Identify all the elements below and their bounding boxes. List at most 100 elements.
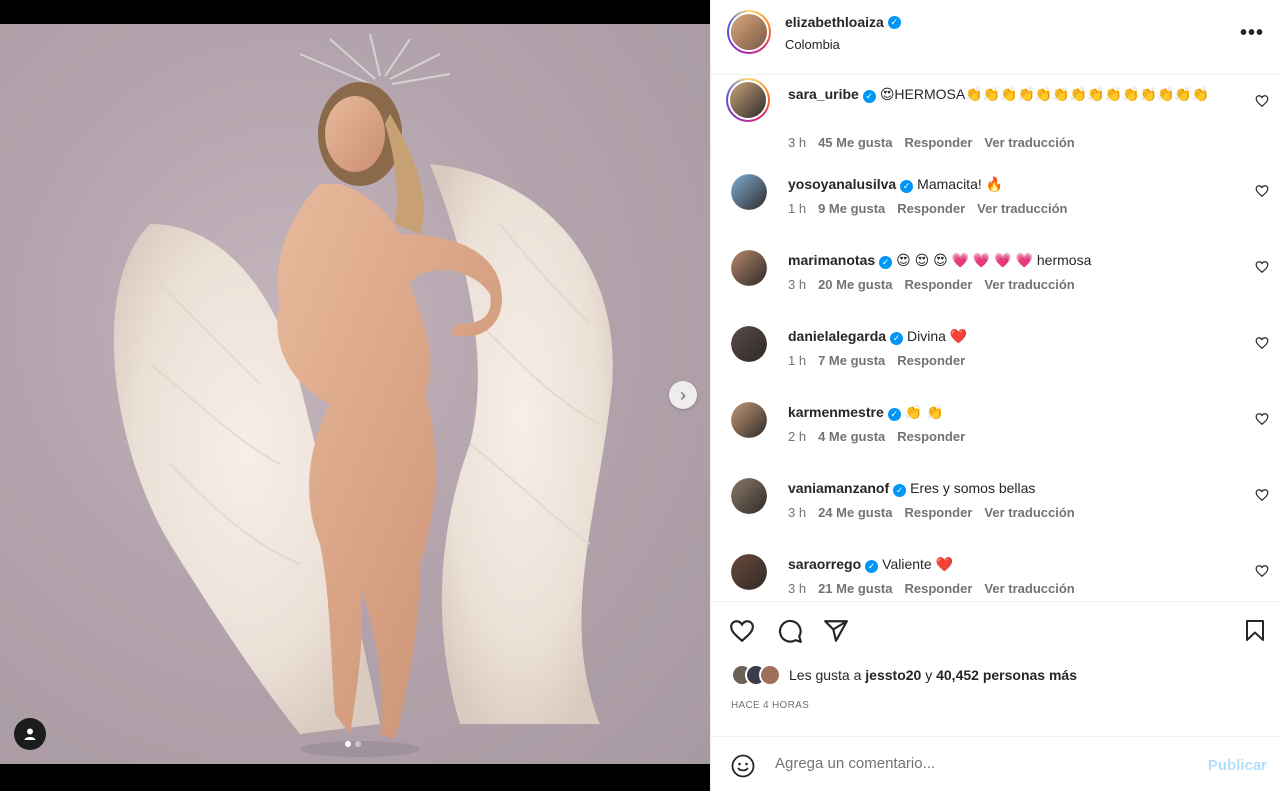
post-header: elizabethloaiza ✓ Colombia •••	[711, 0, 1280, 75]
author-avatar[interactable]	[727, 10, 771, 54]
comment-body: Eres y somos bellas	[910, 480, 1036, 496]
commenter-username[interactable]: marimanotas	[788, 252, 875, 268]
author-username[interactable]: elizabethloaiza	[785, 14, 884, 30]
translate-button[interactable]: Ver traducción	[977, 201, 1067, 216]
post-photo	[0, 24, 710, 764]
share-icon[interactable]	[823, 618, 849, 644]
verified-icon: ✓	[862, 89, 876, 103]
publish-button[interactable]: Publicar	[1208, 757, 1267, 774]
comment-time[interactable]: 3 h	[788, 505, 806, 520]
comment-time[interactable]: 3 h	[788, 135, 806, 150]
comment-text: karmenmestre ✓ 👏 👏	[788, 401, 1238, 423]
commenter-avatar[interactable]	[726, 78, 770, 122]
comment-body: 😍HERMOSA👏👏👏👏👏👏👏👏👏👏👏👏👏👏	[879, 86, 1210, 102]
liker-username[interactable]: jessto20	[865, 667, 921, 683]
comment-time[interactable]: 3 h	[788, 277, 806, 292]
comment-meta: 3 h 24 Me gusta Responder Ver traducción	[788, 505, 1075, 520]
chevron-right-icon: ›	[680, 384, 686, 405]
verified-icon: ✓	[900, 179, 914, 193]
comment-likes[interactable]: 21 Me gusta	[818, 581, 892, 596]
photo-illustration	[113, 33, 613, 757]
comment-like-heart-icon[interactable]	[1255, 412, 1269, 426]
carousel-dot-active	[345, 741, 351, 747]
comment-body: Divina ❤️	[907, 328, 968, 344]
commenter-avatar[interactable]	[731, 402, 767, 438]
post-time[interactable]: HACE 4 HORAS	[731, 700, 809, 711]
comment-like-heart-icon[interactable]	[1255, 184, 1269, 198]
translate-button[interactable]: Ver traducción	[984, 505, 1074, 520]
comment-like-heart-icon[interactable]	[1255, 488, 1269, 502]
post-location[interactable]: Colombia	[785, 37, 840, 52]
comment-meta: 3 h 45 Me gusta Responder Ver traducción	[788, 135, 1075, 150]
comment-like-heart-icon[interactable]	[1255, 336, 1269, 350]
comment-icon[interactable]	[777, 618, 803, 644]
verified-icon: ✓	[890, 331, 904, 345]
author-username-row[interactable]: elizabethloaiza ✓	[785, 14, 901, 30]
reply-button[interactable]: Responder	[897, 201, 965, 216]
commenter-avatar[interactable]	[731, 174, 767, 210]
comment-body: 😍 😍 😍 💗 💗 💗 💗 hermosa	[896, 252, 1092, 268]
reply-button[interactable]: Responder	[905, 505, 973, 520]
commenter-avatar[interactable]	[731, 554, 767, 590]
reply-button[interactable]: Responder	[897, 353, 965, 368]
comment-like-heart-icon[interactable]	[1255, 260, 1269, 274]
bookmark-icon[interactable]	[1243, 618, 1267, 644]
carousel-dot	[355, 741, 361, 747]
comment-like-heart-icon[interactable]	[1255, 94, 1269, 108]
comment-likes[interactable]: 9 Me gusta	[818, 201, 885, 216]
comment-body: Valiente ❤️	[882, 556, 954, 572]
commenter-avatar[interactable]	[731, 478, 767, 514]
comment-likes[interactable]: 4 Me gusta	[818, 429, 885, 444]
comment-body: 👏 👏	[904, 404, 944, 420]
verified-icon: ✓	[879, 255, 893, 269]
emoji-icon[interactable]	[731, 754, 755, 778]
translate-button[interactable]: Ver traducción	[984, 135, 1074, 150]
comment-meta: 1 h 9 Me gusta Responder Ver traducción	[788, 201, 1067, 216]
reply-button[interactable]: Responder	[905, 277, 973, 292]
comment-text: marimanotas ✓ 😍 😍 😍 💗 💗 💗 💗 hermosa	[788, 249, 1238, 271]
comment-meta: 2 h 4 Me gusta Responder	[788, 429, 965, 444]
commenter-username[interactable]: yosoyanalusilva	[788, 176, 896, 192]
comment-input[interactable]	[775, 755, 1175, 772]
comment-likes[interactable]: 20 Me gusta	[818, 277, 892, 292]
likes-summary[interactable]: Les gusta a jessto20 y 40,452 personas m…	[731, 664, 1077, 686]
comment-text: sara_uribe ✓ 😍HERMOSA👏👏👏👏👏👏👏👏👏👏👏👏👏👏	[788, 83, 1238, 105]
comment-likes[interactable]: 7 Me gusta	[818, 353, 885, 368]
commenter-username[interactable]: sara_uribe	[788, 86, 859, 102]
comment-like-heart-icon[interactable]	[1255, 564, 1269, 578]
comment-time[interactable]: 3 h	[788, 581, 806, 596]
comment-time[interactable]: 1 h	[788, 353, 806, 368]
commenter-username[interactable]: vaniamanzanof	[788, 480, 889, 496]
commenter-username[interactable]: saraorrego	[788, 556, 861, 572]
commenter-avatar[interactable]	[731, 250, 767, 286]
user-tag-icon	[24, 728, 36, 740]
commenter-avatar[interactable]	[731, 326, 767, 362]
next-slide-button[interactable]: ›	[669, 381, 697, 409]
likes-count[interactable]: 40,452 personas más	[936, 667, 1077, 683]
comment-text: saraorrego ✓ Valiente ❤️	[788, 553, 1238, 575]
comments-list[interactable]: sara_uribe ✓ 😍HERMOSA👏👏👏👏👏👏👏👏👏👏👏👏👏👏 3 h 45 M…	[711, 76, 1280, 600]
comment-time[interactable]: 1 h	[788, 201, 806, 216]
verified-icon: ✓	[865, 559, 879, 573]
more-icon[interactable]: •••	[1240, 22, 1264, 45]
commenter-username[interactable]: danielalegarda	[788, 328, 886, 344]
add-comment-bar: Publicar	[711, 736, 1280, 791]
comment-likes[interactable]: 24 Me gusta	[818, 505, 892, 520]
reply-button[interactable]: Responder	[897, 429, 965, 444]
comment-text: vaniamanzanof ✓ Eres y somos bellas	[788, 477, 1238, 499]
comment-likes[interactable]: 45 Me gusta	[818, 135, 892, 150]
translate-button[interactable]: Ver traducción	[984, 581, 1074, 596]
comment-meta: 3 h 21 Me gusta Responder Ver traducción	[788, 581, 1075, 596]
post-media: ›	[0, 0, 710, 791]
translate-button[interactable]: Ver traducción	[984, 277, 1074, 292]
post-sidebar: elizabethloaiza ✓ Colombia ••• sara_urib…	[710, 0, 1280, 791]
heart-icon[interactable]	[729, 618, 755, 644]
commenter-username[interactable]: karmenmestre	[788, 404, 884, 420]
reply-button[interactable]: Responder	[905, 581, 973, 596]
comment-time[interactable]: 2 h	[788, 429, 806, 444]
verified-icon: ✓	[893, 483, 907, 497]
user-tags-button[interactable]	[14, 718, 46, 750]
reply-button[interactable]: Responder	[905, 135, 973, 150]
comment-text: yosoyanalusilva ✓ Mamacita! 🔥	[788, 173, 1238, 195]
comment-body: Mamacita! 🔥	[917, 176, 1004, 192]
